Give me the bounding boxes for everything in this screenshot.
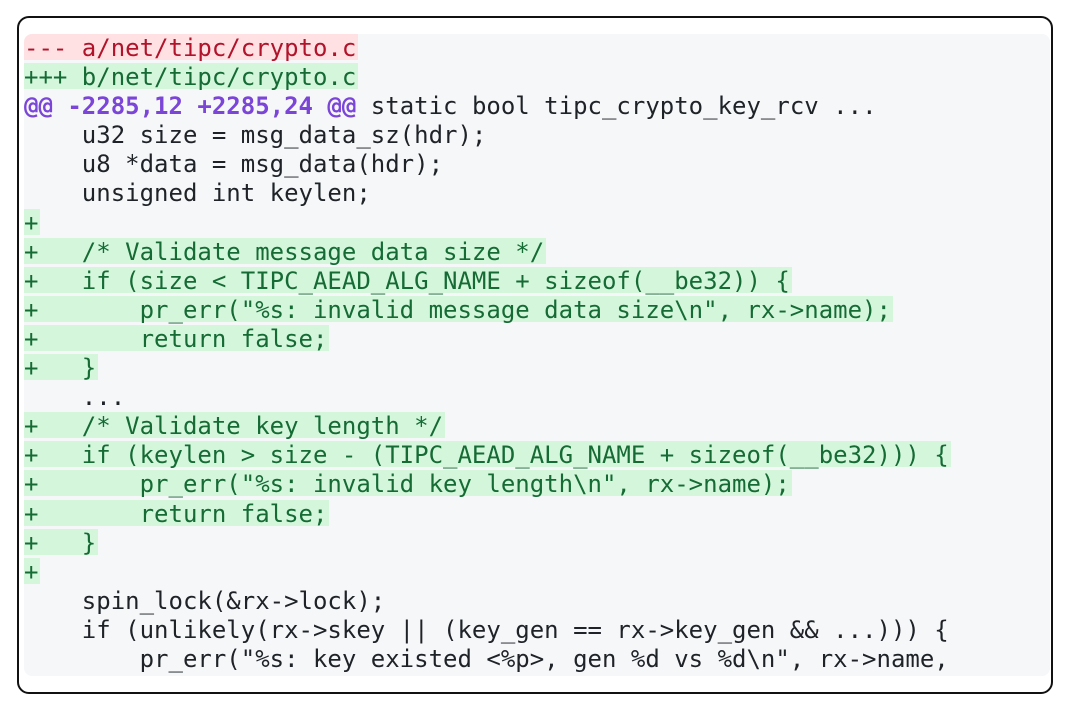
diff-line-added: + return false; bbox=[24, 499, 330, 528]
diff-line-added: + if (size < TIPC_AEAD_ALG_NAME + sizeof… bbox=[24, 266, 792, 295]
diff-line-added: + pr_err("%s: invalid message data size\… bbox=[24, 295, 893, 324]
diff-line-added: + if (keylen > size - (TIPC_AEAD_ALG_NAM… bbox=[24, 441, 951, 470]
hunk-range: @@ -2285,12 +2285,24 @@ bbox=[24, 92, 357, 121]
diff-line-added: + return false; bbox=[24, 324, 330, 353]
diff-line-context: if (unlikely(rx->skey || (key_gen == rx-… bbox=[24, 615, 949, 644]
diff-line-removed-header: --- a/net/tipc/crypto.c bbox=[24, 34, 359, 62]
diff-line-context: unsigned int keylen; bbox=[24, 179, 371, 208]
diff-line-added: + } bbox=[24, 528, 99, 557]
diff-line-added: + bbox=[24, 208, 41, 237]
diff-line-added: + /* Validate key length */ bbox=[24, 412, 446, 441]
diff-line-context: ... bbox=[24, 383, 126, 412]
diff-line-context: u32 size = msg_data_sz(hdr); bbox=[24, 121, 487, 150]
diff-code-block: --- a/net/tipc/crypto.c +++ b/net/tipc/c… bbox=[24, 34, 1050, 676]
diff-hunk-header: @@ -2285,12 +2285,24 @@ static bool tipc… bbox=[24, 92, 1050, 121]
diff-line-added: + pr_err("%s: invalid key length\n", rx-… bbox=[24, 470, 792, 499]
diff-line-context: u8 *data = msg_data(hdr); bbox=[24, 150, 444, 179]
diff-line-added: + } bbox=[24, 354, 99, 383]
hunk-context: static bool tipc_crypto_key_rcv ... bbox=[356, 92, 877, 121]
diff-line-added-header: +++ b/net/tipc/crypto.c bbox=[24, 63, 359, 92]
diff-line-added: + bbox=[24, 557, 41, 586]
diff-line-context: pr_err("%s: key existed <%p>, gen %d vs … bbox=[24, 644, 949, 673]
diff-line-added: + /* Validate message data size */ bbox=[24, 237, 547, 266]
diff-line-context: spin_lock(&rx->lock); bbox=[24, 586, 386, 615]
